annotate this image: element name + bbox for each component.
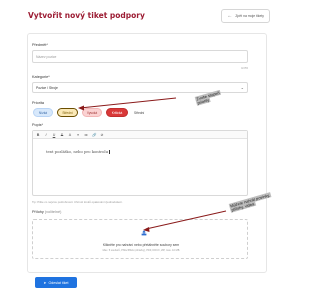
annotation-arrows [78, 97, 227, 232]
upload-annotation-arrow [145, 210, 227, 230]
priority-arrowhead [78, 105, 84, 111]
priority-annotation-arrow [79, 97, 177, 109]
upload-arrowhead [143, 227, 150, 232]
